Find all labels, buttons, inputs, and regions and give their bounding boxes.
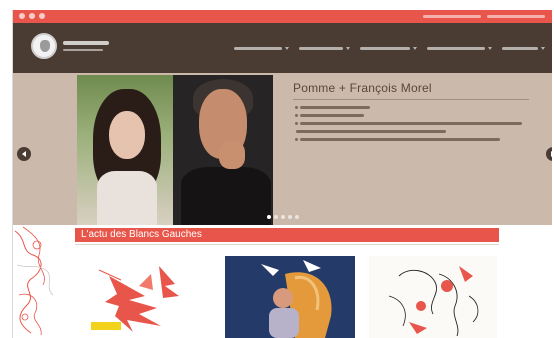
page: Pomme + François Morel L'actu des Blancs… bbox=[12, 10, 552, 338]
news-card[interactable] bbox=[225, 256, 355, 338]
news-card[interactable] bbox=[369, 256, 497, 338]
card-illustration-performer bbox=[225, 256, 355, 338]
slider-prev-button[interactable] bbox=[17, 147, 31, 161]
bullet-icon bbox=[295, 114, 298, 117]
photo-woman-body bbox=[97, 171, 157, 225]
top-link[interactable] bbox=[423, 15, 481, 18]
social-icons bbox=[19, 13, 45, 19]
card-illustration-sketch bbox=[369, 256, 497, 338]
nav-item-1[interactable] bbox=[234, 46, 289, 50]
nav-item-3[interactable] bbox=[360, 46, 417, 50]
sketch-illustration bbox=[14, 226, 54, 336]
news-section-header: L'actu des Blancs Gauches bbox=[75, 228, 499, 242]
bullet-icon bbox=[295, 138, 298, 141]
chevron-down-icon bbox=[346, 46, 350, 50]
slider-dot[interactable] bbox=[295, 215, 299, 219]
hero-line bbox=[300, 138, 500, 141]
logo-wordmark[interactable] bbox=[63, 41, 109, 45]
chevron-left-icon bbox=[22, 151, 26, 157]
main-nav bbox=[234, 23, 545, 73]
bullet-icon bbox=[295, 122, 298, 125]
photo-man-body bbox=[181, 167, 271, 225]
slider-dot[interactable] bbox=[288, 215, 292, 219]
slider-next-button[interactable] bbox=[546, 147, 552, 161]
photo-woman-face bbox=[109, 111, 145, 159]
logo-tagline bbox=[63, 49, 103, 51]
nav-item-4[interactable] bbox=[427, 46, 492, 50]
top-bar bbox=[13, 10, 552, 23]
nav-item-5[interactable] bbox=[502, 46, 545, 50]
hero-photo[interactable] bbox=[77, 75, 273, 225]
top-link[interactable] bbox=[487, 15, 545, 18]
slider-pagination bbox=[267, 215, 299, 219]
chevron-down-icon bbox=[285, 46, 289, 50]
site-logo-icon[interactable] bbox=[31, 33, 57, 59]
hero-slider: Pomme + François Morel bbox=[13, 73, 552, 225]
slider-dot[interactable] bbox=[281, 215, 285, 219]
hero-title[interactable]: Pomme + François Morel bbox=[293, 81, 432, 95]
nav-item-2[interactable] bbox=[299, 46, 350, 50]
hero-line bbox=[300, 114, 364, 117]
decorative-sketch bbox=[13, 225, 59, 338]
chevron-right-icon bbox=[551, 151, 552, 157]
site-header bbox=[13, 23, 552, 73]
slider-dot[interactable] bbox=[274, 215, 278, 219]
photo-man-hand bbox=[219, 141, 245, 169]
news-section-title: L'actu des Blancs Gauches bbox=[81, 229, 202, 240]
hero-line bbox=[300, 122, 522, 125]
hero-line bbox=[296, 130, 446, 133]
hero-line bbox=[300, 106, 370, 109]
hero-divider bbox=[293, 99, 529, 100]
chevron-down-icon bbox=[413, 46, 417, 50]
card-yellow-tag bbox=[91, 322, 121, 330]
bullet-icon bbox=[295, 106, 298, 109]
news-card[interactable] bbox=[79, 256, 213, 338]
slider-dot[interactable] bbox=[267, 215, 271, 219]
chevron-down-icon bbox=[488, 46, 492, 50]
chevron-down-icon bbox=[541, 46, 545, 50]
news-divider bbox=[75, 244, 499, 245]
social-icon[interactable] bbox=[29, 13, 35, 19]
social-icon[interactable] bbox=[39, 13, 45, 19]
social-icon[interactable] bbox=[19, 13, 25, 19]
